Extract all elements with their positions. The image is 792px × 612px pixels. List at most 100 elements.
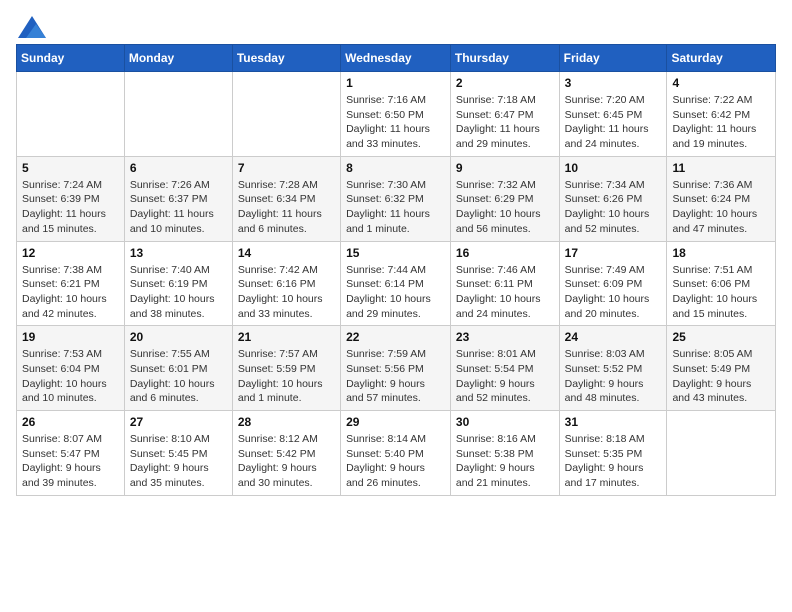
day-number: 10	[565, 161, 662, 175]
weekday-header-monday: Monday	[124, 45, 232, 72]
day-info: Sunrise: 7:34 AM Sunset: 6:26 PM Dayligh…	[565, 178, 662, 237]
day-number: 7	[238, 161, 335, 175]
day-number: 8	[346, 161, 445, 175]
calendar-week-3: 12 Sunrise: 7:38 AM Sunset: 6:21 PM Dayli…	[17, 241, 776, 326]
calendar-cell: 10 Sunrise: 7:34 AM Sunset: 6:26 PM Dayli…	[559, 156, 667, 241]
calendar-cell	[232, 72, 340, 157]
page-header	[16, 16, 776, 34]
day-info: Sunrise: 7:16 AM Sunset: 6:50 PM Dayligh…	[346, 93, 445, 152]
calendar-cell: 19 Sunrise: 7:53 AM Sunset: 6:04 PM Dayli…	[17, 326, 125, 411]
calendar-cell: 20 Sunrise: 7:55 AM Sunset: 6:01 PM Dayli…	[124, 326, 232, 411]
calendar-cell: 26Sunrise: 8:07 AM Sunset: 5:47 PM Dayli…	[17, 411, 125, 496]
calendar-week-4: 19 Sunrise: 7:53 AM Sunset: 6:04 PM Dayli…	[17, 326, 776, 411]
calendar-cell: 7 Sunrise: 7:28 AM Sunset: 6:34 PM Daylig…	[232, 156, 340, 241]
day-info: Sunrise: 8:05 AM Sunset: 5:49 PM Dayligh…	[672, 347, 770, 406]
calendar-cell: 5Sunrise: 7:24 AM Sunset: 6:39 PM Daylig…	[17, 156, 125, 241]
calendar-cell: 6 Sunrise: 7:26 AM Sunset: 6:37 PM Daylig…	[124, 156, 232, 241]
day-number: 11	[672, 161, 770, 175]
weekday-row: SundayMondayTuesdayWednesdayThursdayFrid…	[17, 45, 776, 72]
calendar-cell	[667, 411, 776, 496]
day-info: Sunrise: 7:22 AM Sunset: 6:42 PM Dayligh…	[672, 93, 770, 152]
calendar-header: SundayMondayTuesdayWednesdayThursdayFrid…	[17, 45, 776, 72]
weekday-header-tuesday: Tuesday	[232, 45, 340, 72]
day-number: 30	[456, 415, 554, 429]
calendar-cell: 30 Sunrise: 8:16 AM Sunset: 5:38 PM Dayli…	[450, 411, 559, 496]
calendar-cell: 12 Sunrise: 7:38 AM Sunset: 6:21 PM Dayli…	[17, 241, 125, 326]
day-info: Sunrise: 7:51 AM Sunset: 6:06 PM Dayligh…	[672, 263, 770, 322]
day-number: 28	[238, 415, 335, 429]
calendar-cell: 13 Sunrise: 7:40 AM Sunset: 6:19 PM Dayli…	[124, 241, 232, 326]
day-info: Sunrise: 7:28 AM Sunset: 6:34 PM Dayligh…	[238, 178, 335, 237]
day-info: Sunrise: 7:46 AM Sunset: 6:11 PM Dayligh…	[456, 263, 554, 322]
day-number: 21	[238, 330, 335, 344]
day-info: Sunrise: 7:53 AM Sunset: 6:04 PM Dayligh…	[22, 347, 119, 406]
day-number: 20	[130, 330, 227, 344]
day-number: 12	[22, 246, 119, 260]
calendar-cell: 29 Sunrise: 8:14 AM Sunset: 5:40 PM Dayli…	[341, 411, 451, 496]
calendar-cell: 31 Sunrise: 8:18 AM Sunset: 5:35 PM Dayli…	[559, 411, 667, 496]
logo	[16, 16, 46, 34]
logo-icon	[18, 16, 46, 38]
day-number: 3	[565, 76, 662, 90]
day-number: 16	[456, 246, 554, 260]
calendar-cell: 17 Sunrise: 7:49 AM Sunset: 6:09 PM Dayli…	[559, 241, 667, 326]
calendar-body: 1 Sunrise: 7:16 AM Sunset: 6:50 PM Daylig…	[17, 72, 776, 496]
calendar-cell: 28Sunrise: 8:12 AM Sunset: 5:42 PM Dayli…	[232, 411, 340, 496]
day-number: 4	[672, 76, 770, 90]
calendar-cell: 16 Sunrise: 7:46 AM Sunset: 6:11 PM Dayli…	[450, 241, 559, 326]
calendar-cell	[17, 72, 125, 157]
day-info: Sunrise: 8:03 AM Sunset: 5:52 PM Dayligh…	[565, 347, 662, 406]
day-info: Sunrise: 8:14 AM Sunset: 5:40 PM Dayligh…	[346, 432, 445, 491]
day-info: Sunrise: 7:30 AM Sunset: 6:32 PM Dayligh…	[346, 178, 445, 237]
day-info: Sunrise: 7:55 AM Sunset: 6:01 PM Dayligh…	[130, 347, 227, 406]
day-info: Sunrise: 8:16 AM Sunset: 5:38 PM Dayligh…	[456, 432, 554, 491]
day-number: 5	[22, 161, 119, 175]
calendar-cell	[124, 72, 232, 157]
weekday-header-wednesday: Wednesday	[341, 45, 451, 72]
calendar-table: SundayMondayTuesdayWednesdayThursdayFrid…	[16, 44, 776, 496]
day-number: 26	[22, 415, 119, 429]
day-info: Sunrise: 7:20 AM Sunset: 6:45 PM Dayligh…	[565, 93, 662, 152]
calendar-cell: 15 Sunrise: 7:44 AM Sunset: 6:14 PM Dayli…	[341, 241, 451, 326]
calendar-cell: 1 Sunrise: 7:16 AM Sunset: 6:50 PM Daylig…	[341, 72, 451, 157]
day-number: 31	[565, 415, 662, 429]
day-info: Sunrise: 7:44 AM Sunset: 6:14 PM Dayligh…	[346, 263, 445, 322]
day-info: Sunrise: 7:57 AM Sunset: 5:59 PM Dayligh…	[238, 347, 335, 406]
day-number: 24	[565, 330, 662, 344]
weekday-header-thursday: Thursday	[450, 45, 559, 72]
calendar-week-5: 26Sunrise: 8:07 AM Sunset: 5:47 PM Dayli…	[17, 411, 776, 496]
day-number: 1	[346, 76, 445, 90]
weekday-header-sunday: Sunday	[17, 45, 125, 72]
weekday-header-saturday: Saturday	[667, 45, 776, 72]
calendar-cell: 2Sunrise: 7:18 AM Sunset: 6:47 PM Daylig…	[450, 72, 559, 157]
calendar-cell: 27 Sunrise: 8:10 AM Sunset: 5:45 PM Dayli…	[124, 411, 232, 496]
day-number: 6	[130, 161, 227, 175]
calendar-cell: 14Sunrise: 7:42 AM Sunset: 6:16 PM Dayli…	[232, 241, 340, 326]
day-info: Sunrise: 7:38 AM Sunset: 6:21 PM Dayligh…	[22, 263, 119, 322]
day-number: 19	[22, 330, 119, 344]
day-info: Sunrise: 7:26 AM Sunset: 6:37 PM Dayligh…	[130, 178, 227, 237]
calendar-cell: 11Sunrise: 7:36 AM Sunset: 6:24 PM Dayli…	[667, 156, 776, 241]
calendar-cell: 22 Sunrise: 7:59 AM Sunset: 5:56 PM Dayli…	[341, 326, 451, 411]
day-number: 15	[346, 246, 445, 260]
day-info: Sunrise: 7:49 AM Sunset: 6:09 PM Dayligh…	[565, 263, 662, 322]
day-info: Sunrise: 8:01 AM Sunset: 5:54 PM Dayligh…	[456, 347, 554, 406]
day-number: 27	[130, 415, 227, 429]
day-number: 17	[565, 246, 662, 260]
calendar-cell: 8 Sunrise: 7:30 AM Sunset: 6:32 PM Daylig…	[341, 156, 451, 241]
day-number: 18	[672, 246, 770, 260]
day-number: 13	[130, 246, 227, 260]
day-number: 22	[346, 330, 445, 344]
calendar-cell: 25Sunrise: 8:05 AM Sunset: 5:49 PM Dayli…	[667, 326, 776, 411]
day-info: Sunrise: 8:18 AM Sunset: 5:35 PM Dayligh…	[565, 432, 662, 491]
calendar-cell: 23Sunrise: 8:01 AM Sunset: 5:54 PM Dayli…	[450, 326, 559, 411]
calendar-cell: 9Sunrise: 7:32 AM Sunset: 6:29 PM Daylig…	[450, 156, 559, 241]
calendar-cell: 18 Sunrise: 7:51 AM Sunset: 6:06 PM Dayli…	[667, 241, 776, 326]
day-info: Sunrise: 8:10 AM Sunset: 5:45 PM Dayligh…	[130, 432, 227, 491]
calendar-cell: 4 Sunrise: 7:22 AM Sunset: 6:42 PM Daylig…	[667, 72, 776, 157]
calendar-week-2: 5Sunrise: 7:24 AM Sunset: 6:39 PM Daylig…	[17, 156, 776, 241]
day-info: Sunrise: 7:40 AM Sunset: 6:19 PM Dayligh…	[130, 263, 227, 322]
day-info: Sunrise: 7:59 AM Sunset: 5:56 PM Dayligh…	[346, 347, 445, 406]
day-number: 29	[346, 415, 445, 429]
calendar-week-1: 1 Sunrise: 7:16 AM Sunset: 6:50 PM Daylig…	[17, 72, 776, 157]
